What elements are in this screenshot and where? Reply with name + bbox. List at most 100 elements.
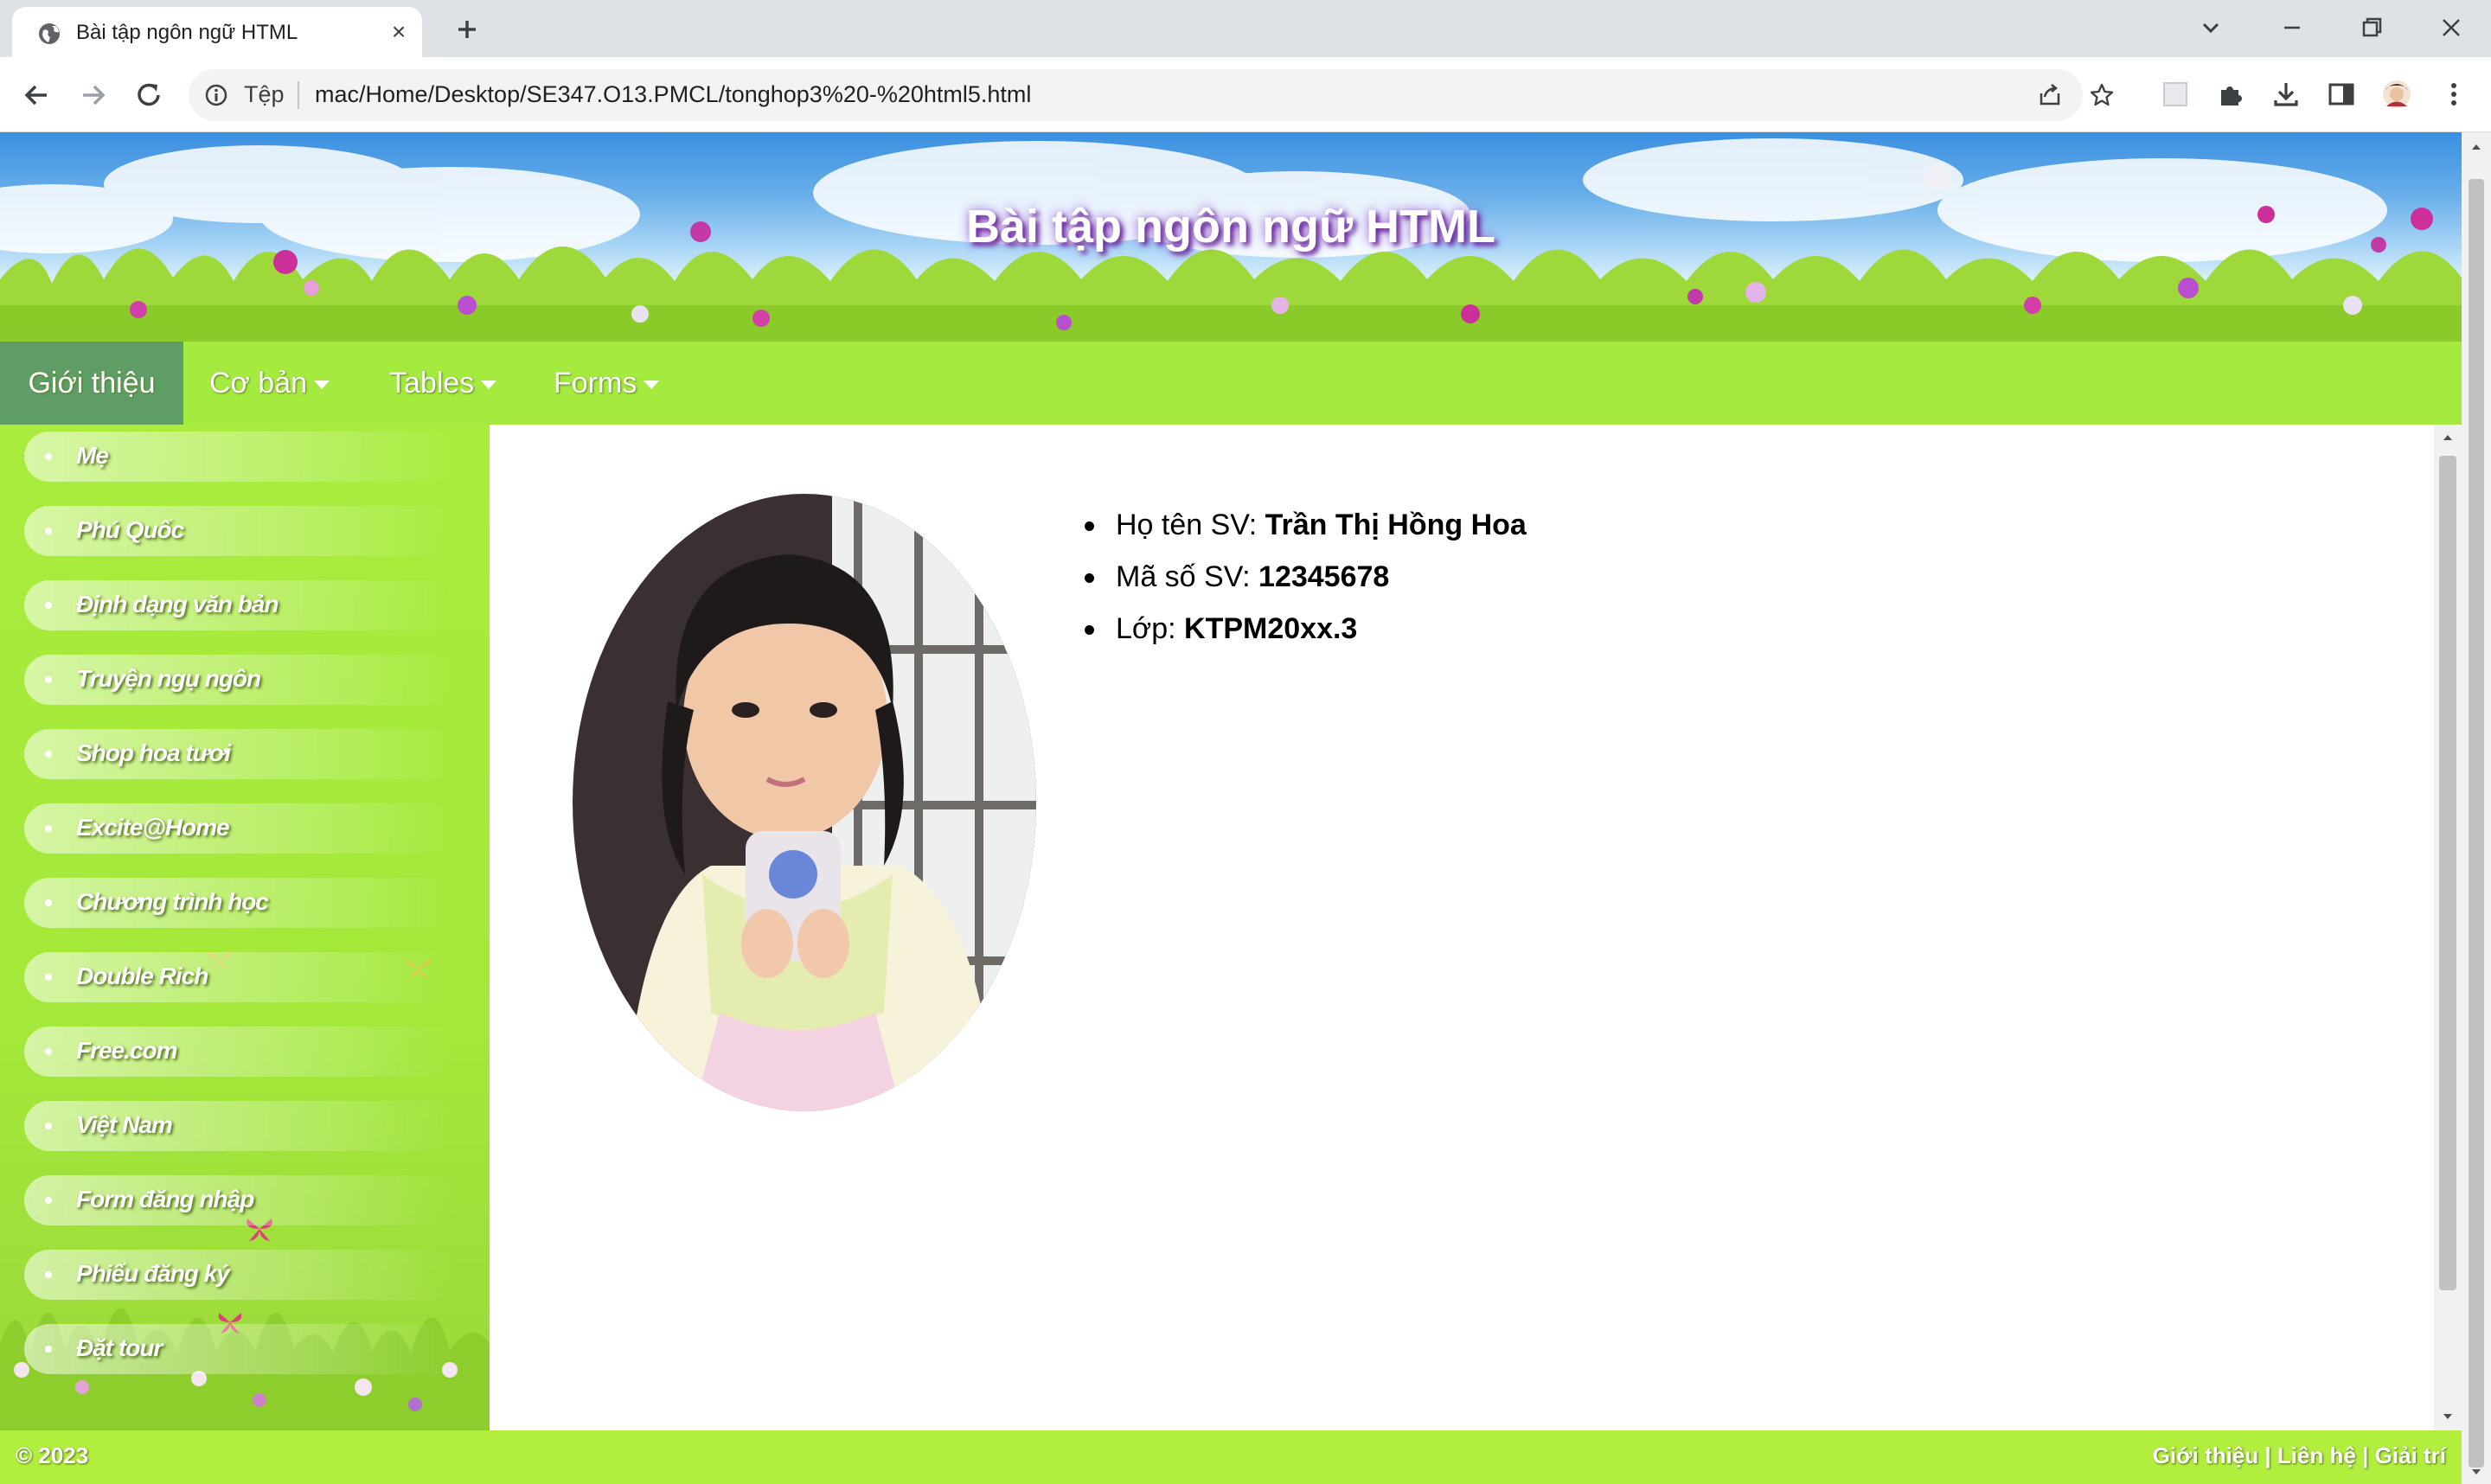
sidebar-item-flower-shop[interactable]: Shop hoa tươi [24, 729, 457, 779]
sidebar-item-me[interactable]: Mẹ [24, 432, 457, 482]
sidebar-item-curriculum[interactable]: Chương trình học [24, 878, 457, 928]
scroll-down-icon[interactable] [2441, 1410, 2455, 1423]
student-photo [573, 494, 1036, 1111]
address-bar[interactable]: Tệp mac/Home/Desktop/SE347.O13.PMCL/tong… [189, 69, 2114, 121]
bullet-icon [45, 825, 52, 832]
sidebar-item-label: Truyện ngụ ngôn [76, 665, 261, 692]
footer-link-entertainment[interactable]: Giải trí [2375, 1442, 2446, 1468]
name-value: Trần Thị Hồng Hoa [1265, 509, 1527, 541]
forward-icon[interactable] [74, 76, 112, 114]
share-icon[interactable] [2036, 81, 2064, 109]
close-window-icon[interactable] [2434, 10, 2469, 45]
sidebar-item-book-tour[interactable]: Đặt tour [24, 1324, 457, 1374]
sidebar-item-label: Excite@Home [76, 814, 230, 841]
sidebar-item-label: Phú Quốc [76, 516, 184, 543]
sidebar: Mẹ Phú Quốc Định dạng văn bản Truyện ngụ… [0, 425, 490, 1430]
page-scrollbar[interactable] [2462, 132, 2491, 1484]
footer-copyright: © 2023 [16, 1442, 89, 1468]
bullet-icon [45, 1123, 52, 1129]
student-info: Họ tên SV: Trần Thị Hồng Hoa Mã số SV: 1… [1079, 499, 1527, 655]
info-icon[interactable] [204, 83, 228, 107]
footer-separator: | [2258, 1442, 2277, 1468]
content-scrollbar[interactable] [2434, 425, 2462, 1430]
star-icon[interactable] [2088, 81, 2116, 109]
menu-icon[interactable] [2437, 78, 2470, 111]
scroll-up-icon[interactable] [2441, 432, 2455, 444]
sidebar-item-text-format[interactable]: Định dạng văn bản [24, 580, 457, 630]
restore-icon[interactable] [2354, 10, 2389, 45]
plus-icon[interactable] [450, 12, 484, 47]
sidebar-item-free-com[interactable]: Free.com [24, 1027, 457, 1077]
menu-item-intro[interactable]: Giới thiệu [0, 342, 183, 425]
id-label: Mã số SV: [1116, 560, 1251, 593]
sidebar-item-label: Double Rich [76, 963, 208, 989]
caret-down-icon [314, 381, 330, 390]
menu-item-tables[interactable]: Tables [389, 342, 497, 425]
main-content: Họ tên SV: Trần Thị Hồng Hoa Mã số SV: 1… [490, 425, 2434, 1430]
footer-separator: | [2355, 1442, 2375, 1468]
menu-item-label: Tables [389, 367, 475, 400]
sidebar-item-label: Đặt tour [76, 1334, 163, 1361]
page-title: Bài tập ngôn ngữ HTML [965, 201, 1495, 253]
footer-link-contact[interactable]: Liên hệ [2277, 1442, 2356, 1468]
download-icon[interactable] [2270, 78, 2302, 111]
menu-item-forms[interactable]: Forms [554, 342, 660, 425]
caret-down-icon [481, 381, 497, 390]
reload-icon[interactable] [130, 76, 168, 114]
tab-title: Bài tập ngôn ngữ HTML [76, 21, 298, 44]
scroll-up-icon[interactable] [2469, 141, 2483, 153]
bullet-icon [45, 528, 52, 534]
student-class: Lớp: KTPM20xx.3 [1079, 603, 1527, 655]
site-label: Tệp [244, 81, 285, 107]
page-viewport: Bài tập ngôn ngữ HTML Giới thiệu Cơ bản … [0, 132, 2462, 1484]
menu-item-basic[interactable]: Cơ bản [209, 342, 330, 425]
sidebar-item-label: Form đăng nhập [76, 1186, 254, 1212]
tab-strip: Bài tập ngôn ngữ HTML × [0, 0, 2491, 57]
avatar[interactable] [2380, 78, 2413, 111]
sidebar-item-viet-nam[interactable]: Việt Nam [24, 1101, 457, 1151]
bullet-icon [45, 602, 52, 609]
bullet-icon [45, 1271, 52, 1278]
sidebar-item-login-form[interactable]: Form đăng nhập [24, 1175, 457, 1225]
tab-search-icon[interactable] [2193, 10, 2228, 45]
bullet-icon [45, 1048, 52, 1055]
side-panel-icon[interactable] [2325, 78, 2358, 111]
back-icon[interactable] [17, 76, 55, 114]
bullet-icon [45, 751, 52, 758]
main-menu: Giới thiệu Cơ bản Tables Forms [0, 342, 2462, 425]
sidebar-item-label: Mẹ [76, 442, 109, 469]
scroll-down-icon[interactable] [2469, 1466, 2483, 1478]
menu-item-label: Giới thiệu [28, 367, 156, 400]
url-divider [298, 81, 299, 109]
extension-placeholder-icon[interactable] [2159, 78, 2192, 111]
browser-toolbar: Tệp mac/Home/Desktop/SE347.O13.PMCL/tong… [0, 57, 2491, 132]
sidebar-item-double-rich[interactable]: Double Rich [24, 952, 457, 1002]
sidebar-item-label: Shop hoa tươi [76, 739, 231, 766]
caret-down-icon [644, 381, 660, 390]
class-value: KTPM20xx.3 [1184, 612, 1358, 645]
footer: © 2023 Giới thiệu | Liên hệ | Giải trí [0, 1430, 2462, 1484]
menu-item-label: Forms [554, 367, 637, 400]
student-name: Họ tên SV: Trần Thị Hồng Hoa [1079, 499, 1527, 551]
sidebar-item-label: Định dạng văn bản [76, 591, 279, 617]
sidebar-item-registration[interactable]: Phiếu đăng ký [24, 1250, 457, 1300]
content-scroll-thumb[interactable] [2439, 456, 2456, 1290]
browser-tab[interactable]: Bài tập ngôn ngữ HTML × [12, 7, 422, 57]
bullet-icon [45, 899, 52, 906]
footer-link-intro[interactable]: Giới thiệu [2153, 1442, 2258, 1468]
bullet-icon [45, 974, 52, 981]
globe-icon [39, 23, 60, 44]
footer-links: Giới thiệu | Liên hệ | Giải trí [2153, 1442, 2446, 1469]
sidebar-item-label: Chương trình học [76, 888, 269, 915]
url-text[interactable]: mac/Home/Desktop/SE347.O13.PMCL/tonghop3… [315, 81, 1031, 108]
close-icon[interactable]: × [386, 19, 412, 45]
page-scroll-thumb[interactable] [2469, 179, 2484, 1468]
sidebar-item-label: Phiếu đăng ký [76, 1260, 230, 1287]
sidebar-item-phu-quoc[interactable]: Phú Quốc [24, 506, 457, 556]
minimize-icon[interactable] [2275, 10, 2309, 45]
bullet-icon [45, 1197, 52, 1204]
extensions-icon[interactable] [2214, 78, 2247, 111]
sidebar-item-excite-home[interactable]: Excite@Home [24, 803, 457, 854]
bullet-icon [45, 676, 52, 683]
sidebar-item-fables[interactable]: Truyện ngụ ngôn [24, 655, 457, 705]
